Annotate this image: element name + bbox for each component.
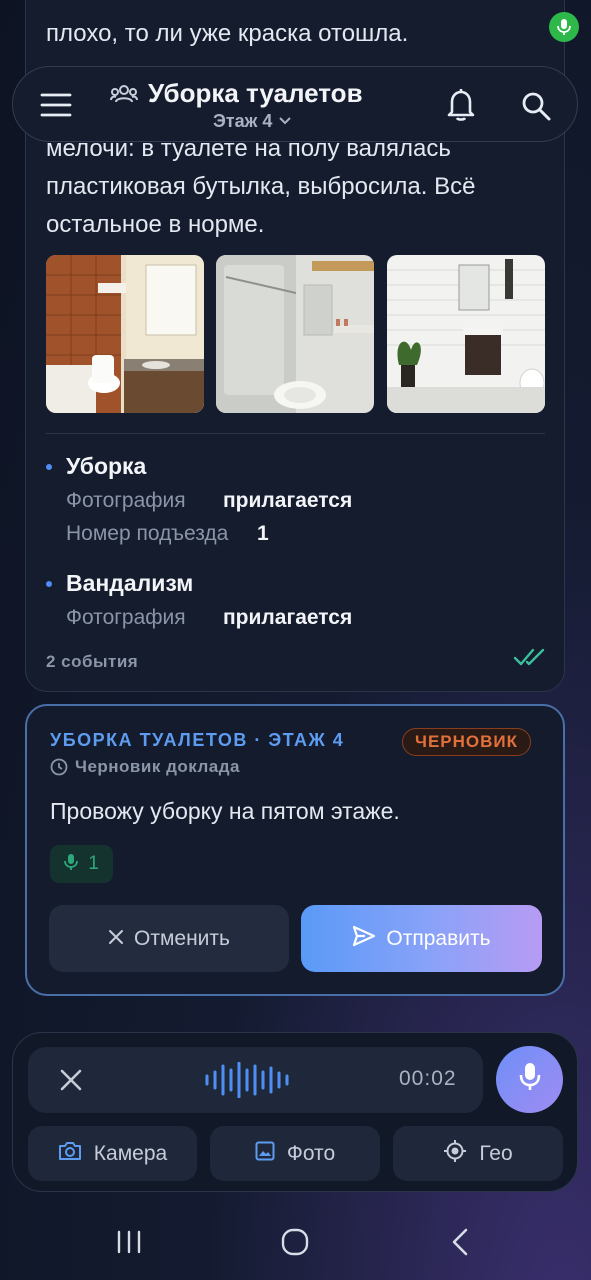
geo-button-label: Гео xyxy=(479,1141,513,1165)
page-title: Уборка туалетов xyxy=(148,78,363,108)
camera-button[interactable]: Камера xyxy=(28,1126,197,1181)
mic-icon xyxy=(519,1062,541,1097)
waveform-icon xyxy=(204,1061,292,1103)
events-count: 2 события xyxy=(46,652,139,671)
home-icon[interactable] xyxy=(281,1228,309,1261)
photo-button-label: Фото xyxy=(286,1141,336,1165)
draft-status-badge: ЧЕРНОВИК xyxy=(402,728,531,756)
recording-timer: 00:02 xyxy=(399,1067,457,1090)
send-button-label: Отправить xyxy=(386,926,491,950)
mic-button[interactable] xyxy=(496,1046,563,1113)
event-title-vandalism: Вандализм xyxy=(66,570,194,596)
event-bullet xyxy=(46,464,52,470)
draft-title: УБОРКА ТУАЛЕТОВ · ЭТАЖ 4 xyxy=(50,730,345,750)
location-target-icon xyxy=(443,1139,467,1169)
back-icon[interactable] xyxy=(450,1228,470,1261)
message-text-cut xyxy=(46,56,486,64)
photo-thumbnail-3[interactable] xyxy=(387,255,545,413)
geo-button[interactable]: Гео xyxy=(393,1126,563,1181)
send-button[interactable]: Отправить xyxy=(301,905,542,972)
send-icon xyxy=(352,925,376,953)
floor-selector[interactable]: Этаж 4 xyxy=(213,111,292,132)
cancel-button-label: Отменить xyxy=(134,926,230,950)
voice-attachment-chip[interactable]: 1 xyxy=(50,845,113,883)
recent-apps-icon[interactable] xyxy=(116,1230,142,1259)
event-field-key: Фотография xyxy=(66,606,186,629)
close-icon xyxy=(108,927,124,951)
event-field-value: прилагается xyxy=(223,606,353,629)
event-title-cleaning: Уборка xyxy=(66,453,147,479)
bell-icon[interactable] xyxy=(446,88,476,127)
camera-button-label: Камера xyxy=(93,1141,168,1165)
divider xyxy=(46,433,545,434)
photo-thumbnail-1[interactable] xyxy=(46,255,204,413)
mic-icon xyxy=(64,853,79,876)
floor-selector-label: Этаж 4 xyxy=(213,111,273,131)
event-field-key: Фотография xyxy=(66,489,186,512)
clock-icon xyxy=(50,758,68,781)
draft-text: Провожу уборку на пятом этаже. xyxy=(50,798,400,824)
voice-attachment-count: 1 xyxy=(88,853,99,874)
search-icon[interactable] xyxy=(520,90,552,127)
message-text-top: плохо, то ли уже краска отошла. xyxy=(46,20,409,47)
photo-button[interactable]: Фото xyxy=(210,1126,380,1181)
message-text-line-3: остальное в норме. xyxy=(46,211,265,238)
event-bullet xyxy=(46,581,52,587)
group-icon xyxy=(110,84,138,109)
draft-meta: Черновик доклада xyxy=(75,757,240,776)
read-double-check-icon xyxy=(513,646,547,673)
event-field-value: прилагается xyxy=(223,489,353,512)
menu-icon[interactable] xyxy=(40,91,72,124)
discard-recording-icon[interactable] xyxy=(59,1068,83,1097)
chevron-down-icon xyxy=(278,113,292,131)
photo-thumbnail-2[interactable] xyxy=(216,255,374,413)
image-icon xyxy=(255,1141,275,1167)
event-field-key: Номер подъезда xyxy=(66,522,229,545)
recording-indicator-icon xyxy=(549,12,579,42)
camera-icon xyxy=(58,1141,82,1167)
event-field-value: 1 xyxy=(257,522,269,545)
message-text-line-2: пластиковая бутылка, выбросила. Всё xyxy=(46,173,476,200)
cancel-button[interactable]: Отменить xyxy=(49,905,289,972)
